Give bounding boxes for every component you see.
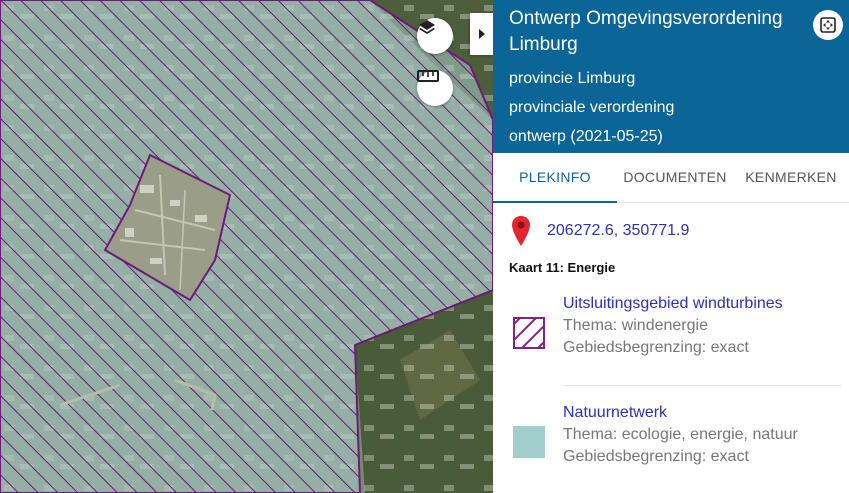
panel-meta-status: ontwerp (2021-05-25): [509, 128, 663, 145]
panel-meta-province: provincie Limburg: [509, 70, 636, 87]
tab-documenten[interactable]: DOCUMENTEN: [617, 153, 733, 202]
divider: [563, 385, 841, 386]
panel-tabs: PLEKINFO DOCUMENTEN KENMERKEN: [493, 153, 849, 203]
panel-title: Ontwerp Omgevingsverordening Limburg: [509, 8, 783, 55]
chevron-right-icon: [478, 29, 485, 39]
legend-item-begrenzing: Gebiedsbegrenzing: exact: [563, 339, 749, 356]
panel-meta-type: provinciale verordening: [509, 99, 675, 116]
info-panel: Ontwerp Omgevingsverordening Limburg pro…: [493, 0, 849, 493]
map-pin-icon: [512, 216, 530, 246]
hatch-swatch-icon: [513, 317, 545, 349]
measure-button[interactable]: [417, 70, 453, 106]
panel-header: Ontwerp Omgevingsverordening Limburg pro…: [493, 0, 849, 153]
map-label: Kaart 11: Energie: [509, 260, 616, 275]
legend-item-link[interactable]: Natuurnetwerk: [563, 402, 798, 424]
location-row: 206272.6, 350771.9: [511, 215, 689, 247]
map-view[interactable]: [0, 0, 493, 493]
legend-item-begrenzing: Gebiedsbegrenzing: exact: [563, 448, 749, 465]
ruler-icon: [417, 70, 439, 82]
legend-item-thema: Thema: ecologie, energie, natuur: [563, 426, 798, 443]
fullscreen-icon: [820, 17, 836, 33]
tab-plekinfo[interactable]: PLEKINFO: [493, 153, 617, 203]
legend-item-thema: Thema: windenergie: [563, 317, 708, 334]
layers-icon: [419, 20, 435, 34]
fill-swatch-icon: [513, 426, 545, 458]
panel-toggle-button[interactable]: [470, 13, 493, 55]
layers-button[interactable]: [417, 18, 453, 54]
location-coordinates[interactable]: 206272.6, 350771.9: [547, 222, 689, 240]
legend-item-link[interactable]: Uitsluitingsgebied windturbines: [563, 293, 783, 315]
tab-kenmerken[interactable]: KENMERKEN: [733, 153, 849, 202]
fullscreen-button[interactable]: [813, 10, 843, 40]
